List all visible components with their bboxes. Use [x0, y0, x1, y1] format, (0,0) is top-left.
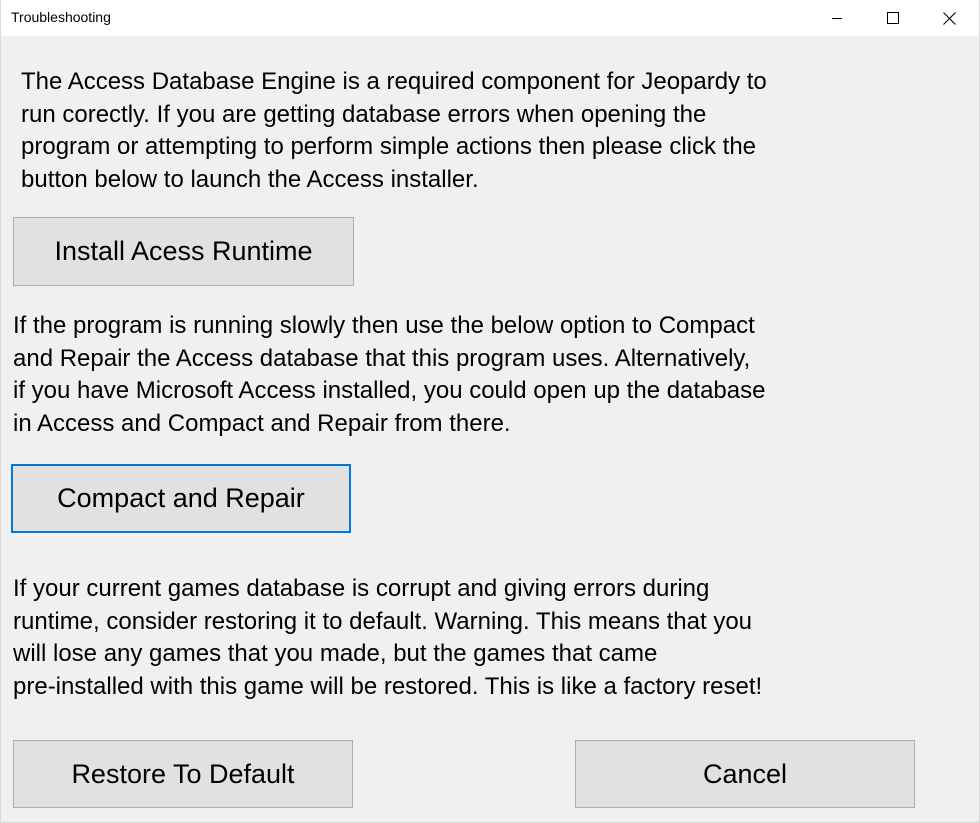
install-access-runtime-button[interactable]: Install Acess Runtime: [13, 217, 354, 286]
window-title: Troubleshooting: [11, 9, 111, 25]
troubleshooting-window: Troubleshooting The Access Database Engi…: [0, 0, 980, 823]
close-icon: [942, 11, 956, 25]
minimize-icon: [832, 18, 842, 19]
restore-default-description: If your current games database is corrup…: [13, 575, 763, 700]
minimize-button[interactable]: [809, 0, 865, 36]
compact-and-repair-button[interactable]: Compact and Repair: [11, 464, 351, 533]
compact-repair-description: If the program is running slowly then us…: [13, 312, 766, 437]
cancel-button[interactable]: Cancel: [575, 740, 915, 808]
access-runtime-description: The Access Database Engine is a required…: [21, 68, 767, 193]
title-bar[interactable]: Troubleshooting: [1, 0, 979, 36]
close-button[interactable]: [921, 0, 977, 36]
maximize-button[interactable]: [865, 0, 921, 36]
maximize-icon: [887, 12, 899, 24]
restore-to-default-button[interactable]: Restore To Default: [13, 740, 353, 808]
